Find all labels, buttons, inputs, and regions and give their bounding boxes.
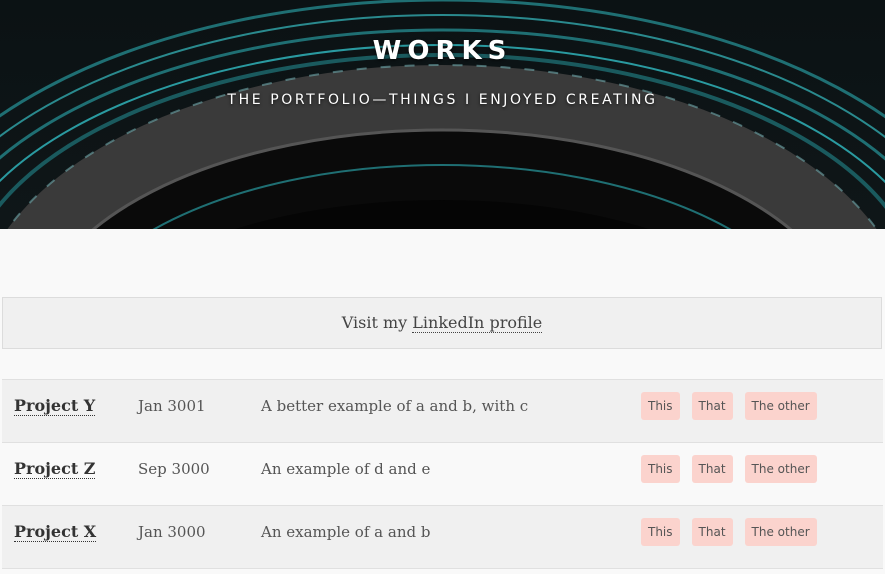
project-description: A better example of a and b, with c xyxy=(261,397,529,415)
project-tags: This That The other xyxy=(641,518,829,546)
project-tags: This That The other xyxy=(641,392,829,420)
tag-badge: That xyxy=(691,455,733,483)
tag-badge: The other xyxy=(744,392,817,420)
project-date: Jan 3000 xyxy=(138,523,206,541)
tag-badge: This xyxy=(641,392,680,420)
tag-badge: That xyxy=(691,518,733,546)
project-link[interactable]: Project X xyxy=(14,522,97,542)
project-date: Sep 3000 xyxy=(138,460,210,478)
table-row: Project X Jan 3000 An example of a and b… xyxy=(2,506,883,569)
project-list: Project Y Jan 3001 A better example of a… xyxy=(2,379,883,569)
project-tags: This That The other xyxy=(641,455,829,483)
tag-badge: That xyxy=(691,392,733,420)
project-link[interactable]: Project Y xyxy=(14,396,96,416)
project-name: Project X xyxy=(14,506,97,558)
project-date: Jan 3001 xyxy=(138,397,206,415)
project-description: An example of a and b xyxy=(261,523,431,541)
project-name: Project Z xyxy=(14,443,96,495)
table-row: Project Y Jan 3001 A better example of a… xyxy=(2,379,883,443)
page-subtitle: THE PORTFOLIO—THINGS I ENJOYED CREATING xyxy=(227,92,658,108)
project-description: An example of d and e xyxy=(261,460,431,478)
linkedin-prefix-text: Visit my xyxy=(341,313,413,332)
hero-banner: WORKS THE PORTFOLIO—THINGS I ENJOYED CRE… xyxy=(0,0,885,229)
table-row: Project Z Sep 3000 An example of d and e… xyxy=(2,443,883,506)
page-title: WORKS xyxy=(372,36,513,66)
tag-badge: This xyxy=(641,455,680,483)
tag-badge: The other xyxy=(744,455,817,483)
project-name: Project Y xyxy=(14,380,96,432)
tag-badge: This xyxy=(641,518,680,546)
project-link[interactable]: Project Z xyxy=(14,459,96,479)
hero-background-image xyxy=(0,0,885,229)
linkedin-profile-link[interactable]: LinkedIn profile xyxy=(412,313,543,333)
linkedin-callout: Visit my LinkedIn profile xyxy=(2,297,882,349)
tag-badge: The other xyxy=(744,518,817,546)
